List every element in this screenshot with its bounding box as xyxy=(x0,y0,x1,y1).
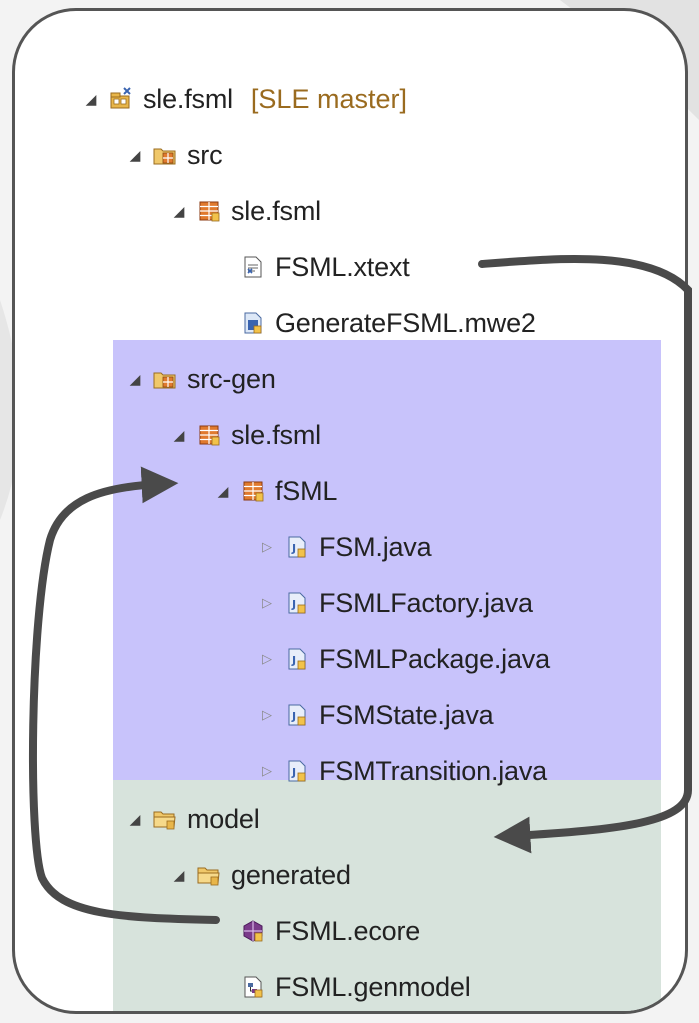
source-folder-icon xyxy=(153,143,177,167)
tree-item-fsml-xtext[interactable]: FSML.xtext xyxy=(241,239,410,295)
tree-item-fsml-genmodel[interactable]: FSML.genmodel xyxy=(241,959,471,1011)
java-file-icon: J xyxy=(285,703,309,727)
expanded-toggle-icon[interactable]: ◢ xyxy=(125,145,145,165)
source-folder-icon xyxy=(153,367,177,391)
project-icon xyxy=(109,87,133,111)
tree-item-project[interactable]: ◢ sle.fsml [SLE master] xyxy=(81,71,407,127)
java-file-icon: J xyxy=(285,759,309,783)
explorer-panel: ◢ sle.fsml [SLE master] ◢ src ◢ sle.fsml… xyxy=(12,8,688,1014)
expanded-toggle-icon[interactable]: ◢ xyxy=(169,865,189,885)
ecore-file-icon xyxy=(241,919,265,943)
tree-item-label: sle.fsml xyxy=(231,419,321,450)
tree-item-label: FSMTransition.java xyxy=(319,755,547,786)
tree-item-label: sle.fsml xyxy=(231,195,321,226)
tree-item-fsml-ecore[interactable]: FSML.ecore xyxy=(241,903,420,959)
tree-item-java-file[interactable]: ▷ J FSMLPackage.java xyxy=(257,631,550,687)
tree-item-label: src xyxy=(187,139,223,170)
tree-item-src[interactable]: ◢ src xyxy=(125,127,223,183)
folder-icon xyxy=(197,863,221,887)
tree-item-generated[interactable]: ◢ generated xyxy=(169,847,351,903)
tree-item-label: FSML.xtext xyxy=(275,251,410,282)
tree-item-label: FSM.java xyxy=(319,531,432,562)
tree-item-label: generated xyxy=(231,859,351,890)
tree-item-model[interactable]: ◢ model xyxy=(125,791,260,847)
tree-item-java-file[interactable]: ▷ J FSMState.java xyxy=(257,687,494,743)
collapsed-toggle-icon[interactable]: ▷ xyxy=(257,537,277,557)
java-file-icon: J xyxy=(285,535,309,559)
svg-text:J: J xyxy=(291,542,296,555)
svg-text:J: J xyxy=(291,654,296,667)
tree-item-label: sle.fsml xyxy=(143,83,233,114)
xtext-file-icon xyxy=(241,255,265,279)
svg-text:J: J xyxy=(291,598,296,611)
tree-item-label: src-gen xyxy=(187,363,276,394)
tree-item-generate-mwe2[interactable]: GenerateFSML.mwe2 xyxy=(241,295,536,351)
collapsed-toggle-icon[interactable]: ▷ xyxy=(257,593,277,613)
tree-item-src-gen[interactable]: ◢ src-gen xyxy=(125,351,276,407)
mwe2-file-icon xyxy=(241,311,265,335)
collapsed-toggle-icon[interactable]: ▷ xyxy=(257,761,277,781)
expanded-toggle-icon[interactable]: ◢ xyxy=(169,425,189,445)
expanded-toggle-icon[interactable]: ◢ xyxy=(169,201,189,221)
tree-item-label: FSMState.java xyxy=(319,699,494,730)
collapsed-toggle-icon[interactable]: ▷ xyxy=(257,649,277,669)
tree-item-gen-package[interactable]: ◢ sle.fsml xyxy=(169,407,322,463)
java-file-icon: J xyxy=(285,647,309,671)
tree-item-label: fSML xyxy=(275,475,338,506)
svg-text:J: J xyxy=(291,766,296,779)
tree-item-label: FSML.genmodel xyxy=(275,971,471,1002)
genmodel-file-icon xyxy=(241,975,265,999)
tree-item-src-package[interactable]: ◢ sle.fsml xyxy=(169,183,322,239)
package-icon xyxy=(197,423,221,447)
expanded-toggle-icon[interactable]: ◢ xyxy=(125,369,145,389)
tree-item-java-file[interactable]: ▷ J FSM.java xyxy=(257,519,432,575)
expanded-toggle-icon[interactable]: ◢ xyxy=(213,481,233,501)
tree-item-label: FSML.ecore xyxy=(275,915,421,946)
tree-item-label: FSMLPackage.java xyxy=(319,643,550,674)
expanded-toggle-icon[interactable]: ◢ xyxy=(125,809,145,829)
svg-text:J: J xyxy=(291,710,296,723)
git-branch-decoration: [SLE master] xyxy=(250,83,407,114)
collapsed-toggle-icon[interactable]: ▷ xyxy=(257,705,277,725)
tree-item-label: model xyxy=(187,803,260,834)
project-tree: ◢ sle.fsml [SLE master] ◢ src ◢ sle.fsml… xyxy=(15,11,685,1011)
tree-item-fsml-package[interactable]: ◢ fSML xyxy=(213,463,338,519)
package-icon xyxy=(241,479,265,503)
tree-item-label: GenerateFSML.mwe2 xyxy=(275,307,536,338)
java-file-icon: J xyxy=(285,591,309,615)
tree-item-java-file[interactable]: ▷ J FSMLFactory.java xyxy=(257,575,533,631)
expanded-toggle-icon[interactable]: ◢ xyxy=(81,89,101,109)
package-icon xyxy=(197,199,221,223)
tree-item-label: FSMLFactory.java xyxy=(319,587,533,618)
folder-icon xyxy=(153,807,177,831)
tree-item-java-file[interactable]: ▷ J FSMTransition.java xyxy=(257,743,547,799)
